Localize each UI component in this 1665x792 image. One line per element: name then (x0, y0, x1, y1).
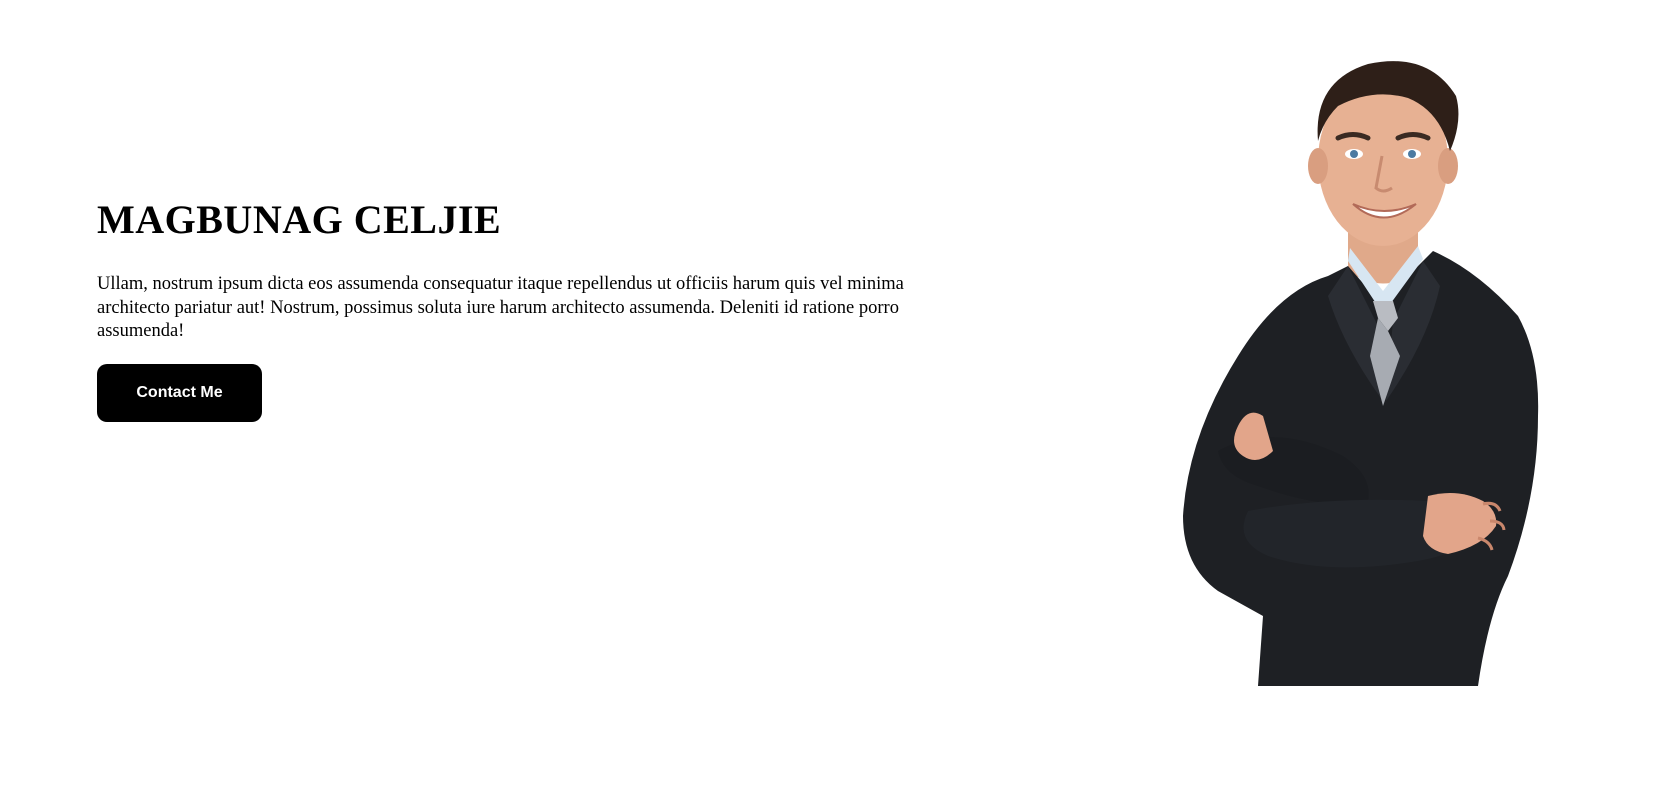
hero-section: MAGBUNAG CELJIE Ullam, nostrum ipsum dic… (97, 196, 917, 422)
hero-description: Ullam, nostrum ipsum dicta eos assumenda… (97, 274, 904, 341)
page: MAGBUNAG CELJIE Ullam, nostrum ipsum dic… (0, 0, 1665, 792)
hero-title: MAGBUNAG CELJIE (97, 197, 502, 242)
contact-me-button[interactable]: Contact Me (97, 363, 262, 422)
portrait-image (1178, 56, 1640, 686)
